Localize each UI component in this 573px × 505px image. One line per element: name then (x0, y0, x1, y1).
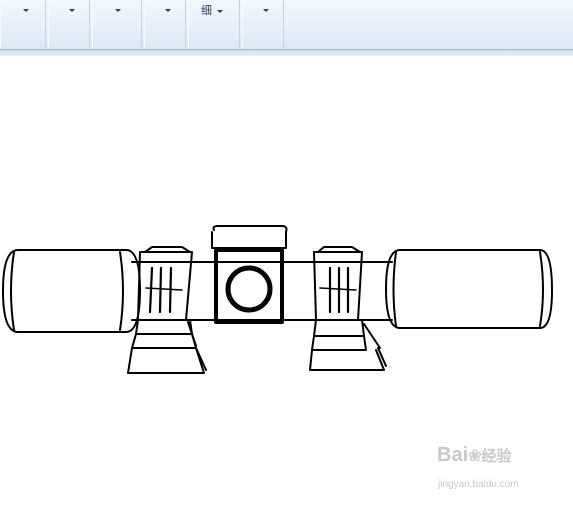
watermark-url: jingyan.baidu.com (438, 479, 519, 490)
baidu-watermark: Bai❀经验 (437, 444, 512, 467)
scope-drawing (2, 225, 553, 374)
paw-icon: ❀ (468, 448, 482, 465)
watermark-brand-suffix: 经验 (481, 447, 512, 465)
watermark-brand: Bai (437, 444, 469, 466)
